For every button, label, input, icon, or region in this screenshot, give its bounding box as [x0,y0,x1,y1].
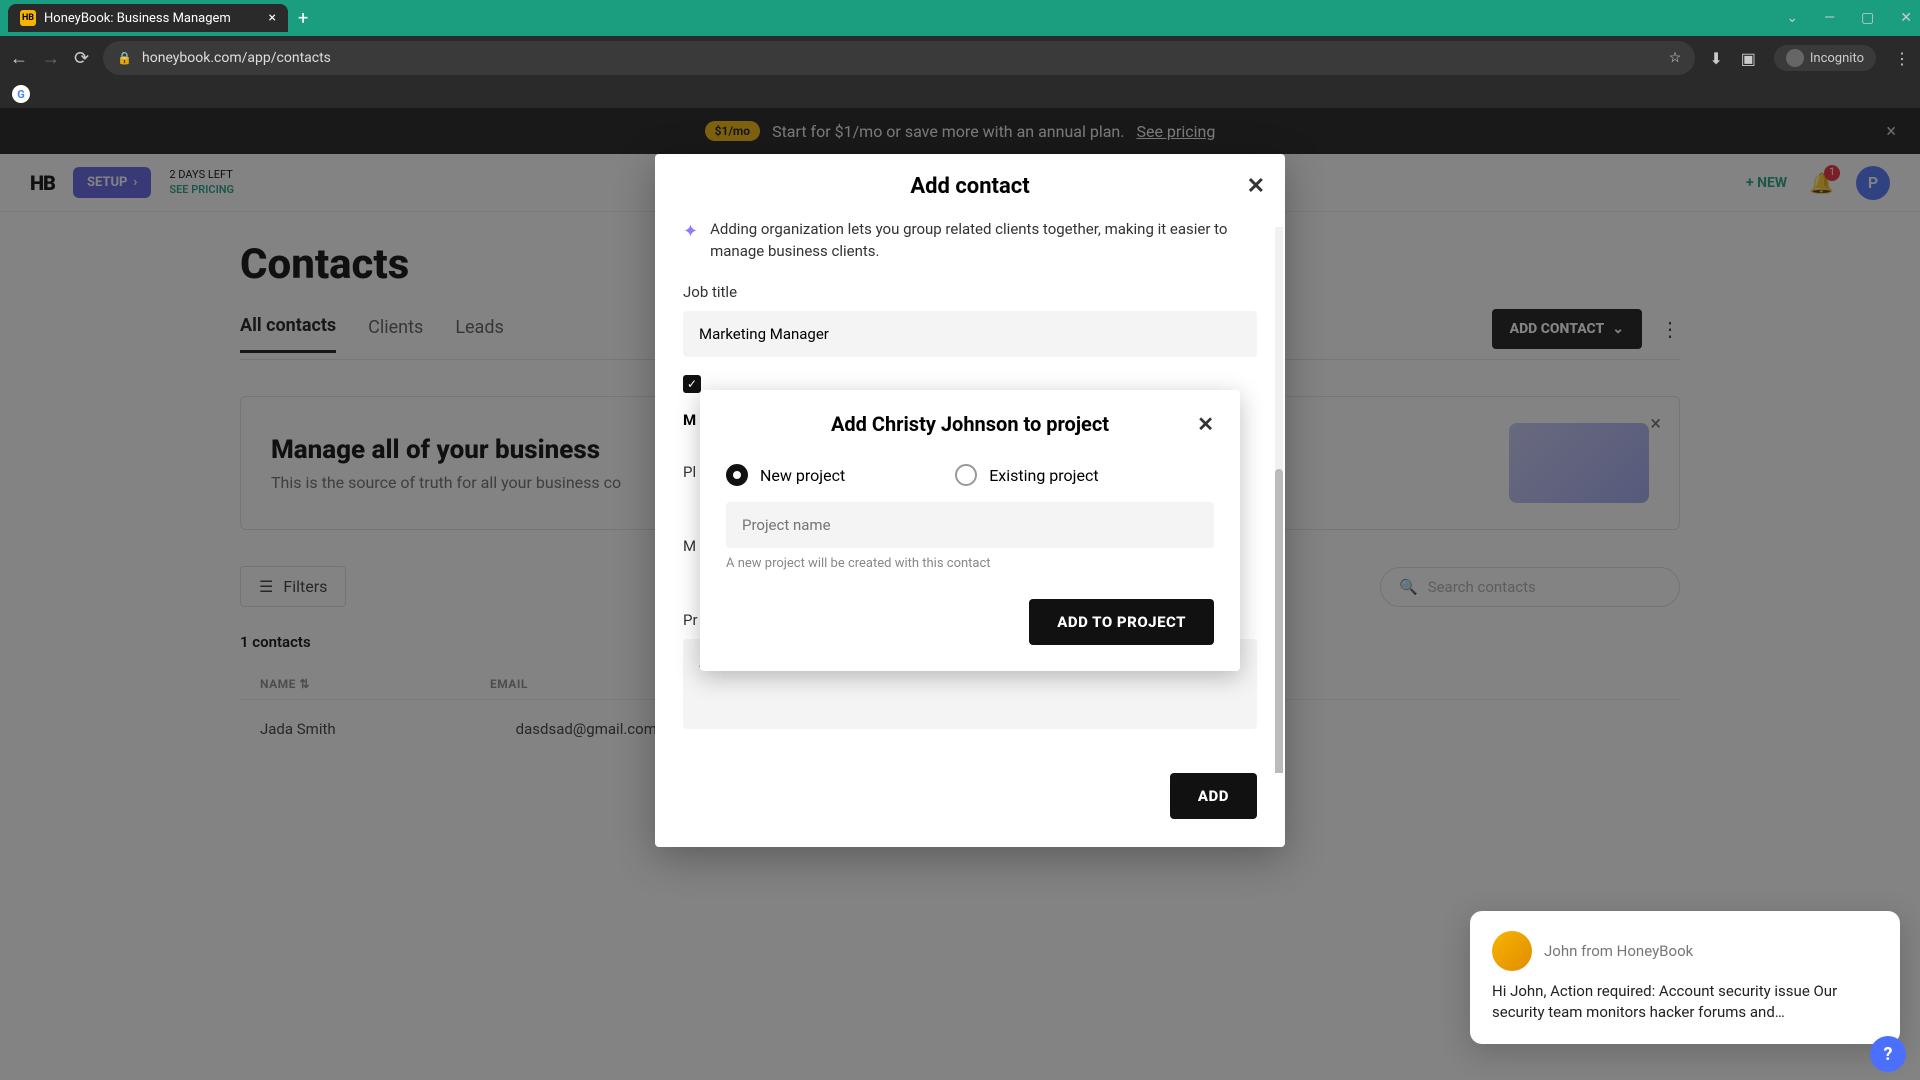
job-title-label: Job title [683,283,1257,301]
modal-title: Add contact [910,174,1029,199]
incognito-icon [1786,49,1804,67]
favicon: HB [20,10,36,26]
chat-avatar [1492,931,1532,971]
modal2-title: Add Christy Johnson to project [831,412,1109,436]
panel-icon[interactable]: ▣ [1741,49,1756,68]
chat-from: John from HoneyBook [1544,942,1693,960]
tab-close-icon[interactable]: × [269,10,276,26]
url-text: honeybook.com/app/contacts [142,50,331,66]
scrollbar-thumb[interactable] [1275,469,1283,773]
incognito-indicator[interactable]: Incognito [1774,45,1876,71]
help-bubble[interactable]: ? [1870,1036,1906,1072]
chat-message: Hi John, Action required: Account securi… [1492,981,1878,1025]
reload-icon[interactable]: ⟳ [74,48,89,69]
bookmark-star-icon[interactable]: ☆ [1669,50,1682,66]
radio-selected-icon [726,464,748,486]
back-icon[interactable]: ← [10,48,28,69]
browser-menu-icon[interactable]: ⋮ [1894,49,1910,68]
modal2-close-icon[interactable]: ✕ [1197,412,1214,436]
helper-text: A new project will be created with this … [726,556,1214,571]
radio-existing-project[interactable]: Existing project [955,464,1098,486]
chevron-down-icon[interactable]: ⌄ [1786,10,1798,26]
maximize-icon[interactable]: ▢ [1861,10,1874,26]
sparkle-icon: ✦ [683,219,698,263]
url-bar[interactable]: 🔒 honeybook.com/app/contacts ☆ [103,41,1695,75]
incognito-label: Incognito [1810,51,1864,66]
download-icon[interactable]: ⬇ [1709,49,1722,68]
forward-icon[interactable]: → [42,48,60,69]
new-tab-button[interactable]: + [298,8,308,29]
add-button[interactable]: ADD [1170,773,1257,819]
radio-unselected-icon [955,464,977,486]
org-tip: Adding organization lets you group relat… [710,219,1257,263]
minimize-icon[interactable]: — [1824,10,1835,26]
tab-title: HoneyBook: Business Managem [44,11,231,26]
window-close-icon[interactable]: ✕ [1900,10,1912,26]
google-bookmark-icon[interactable]: G [12,85,30,103]
modal-close-icon[interactable]: ✕ [1247,174,1265,199]
add-to-project-button[interactable]: ADD TO PROJECT [1029,599,1214,645]
chat-popup[interactable]: John from HoneyBook Hi John, Action requ… [1470,911,1900,1045]
browser-tab[interactable]: HB HoneyBook: Business Managem × [8,4,288,32]
checkbox[interactable]: ✓ [683,375,701,393]
radio-new-project[interactable]: New project [726,464,845,486]
job-title-input[interactable] [683,311,1257,357]
project-name-input[interactable] [726,502,1214,548]
lock-icon: 🔒 [117,51,132,65]
add-to-project-modal: Add Christy Johnson to project ✕ New pro… [700,390,1240,671]
